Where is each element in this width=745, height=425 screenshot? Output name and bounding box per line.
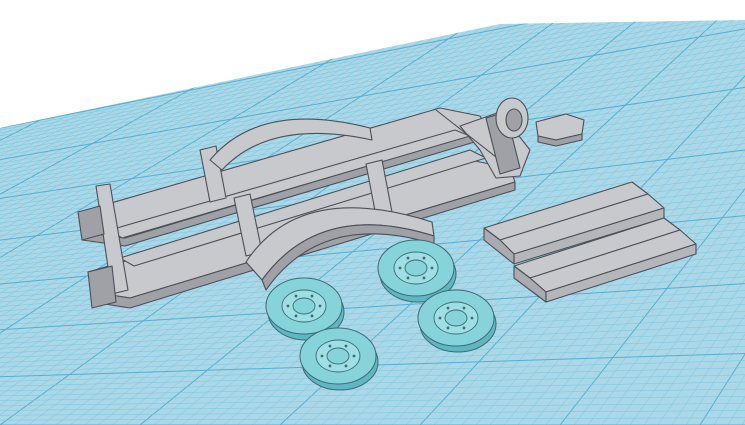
wheel-lug-nut	[470, 316, 474, 320]
wheel-hub	[404, 259, 428, 277]
winch-drum-hub	[505, 108, 523, 132]
wheel-hub	[444, 309, 468, 327]
wheel-lug-nut	[344, 364, 348, 368]
wheel-3[interactable]	[417, 289, 497, 353]
wheel-lug-nut	[462, 306, 466, 310]
wheel-lug-nut	[446, 326, 450, 330]
wheel-lug-nut	[344, 344, 348, 348]
frame-end-block-upper	[77, 205, 105, 241]
wheel-lug-nut	[318, 304, 322, 308]
wheel-hub	[292, 297, 316, 315]
wheel-lug-nut	[422, 256, 426, 260]
wheel-lug-nut	[446, 306, 450, 310]
wheel-lug-nut	[406, 276, 410, 280]
wheel-lug-nut	[438, 316, 442, 320]
wheel-lug-nut	[328, 344, 332, 348]
wheel-4[interactable]	[299, 327, 379, 391]
wheel-lug-nut	[310, 314, 314, 318]
wheel-lug-nut	[352, 354, 356, 358]
3d-viewport[interactable]	[0, 0, 745, 425]
wheel-lug-nut	[286, 304, 290, 308]
wheel-lug-nut	[328, 364, 332, 368]
wheel-lug-nut	[294, 314, 298, 318]
wheel-hub	[326, 347, 350, 365]
wheel-lug-nut	[406, 256, 410, 260]
wheel-lug-nut	[422, 276, 426, 280]
wheel-lug-nut	[430, 266, 434, 270]
frame-end-block-lower	[87, 265, 117, 309]
wheel-lug-nut	[310, 294, 314, 298]
wheel-lug-nut	[320, 354, 324, 358]
wheel-lug-nut	[398, 266, 402, 270]
wheel-lug-nut	[462, 326, 466, 330]
workplane-scene[interactable]	[0, 0, 745, 425]
wheel-lug-nut	[294, 294, 298, 298]
